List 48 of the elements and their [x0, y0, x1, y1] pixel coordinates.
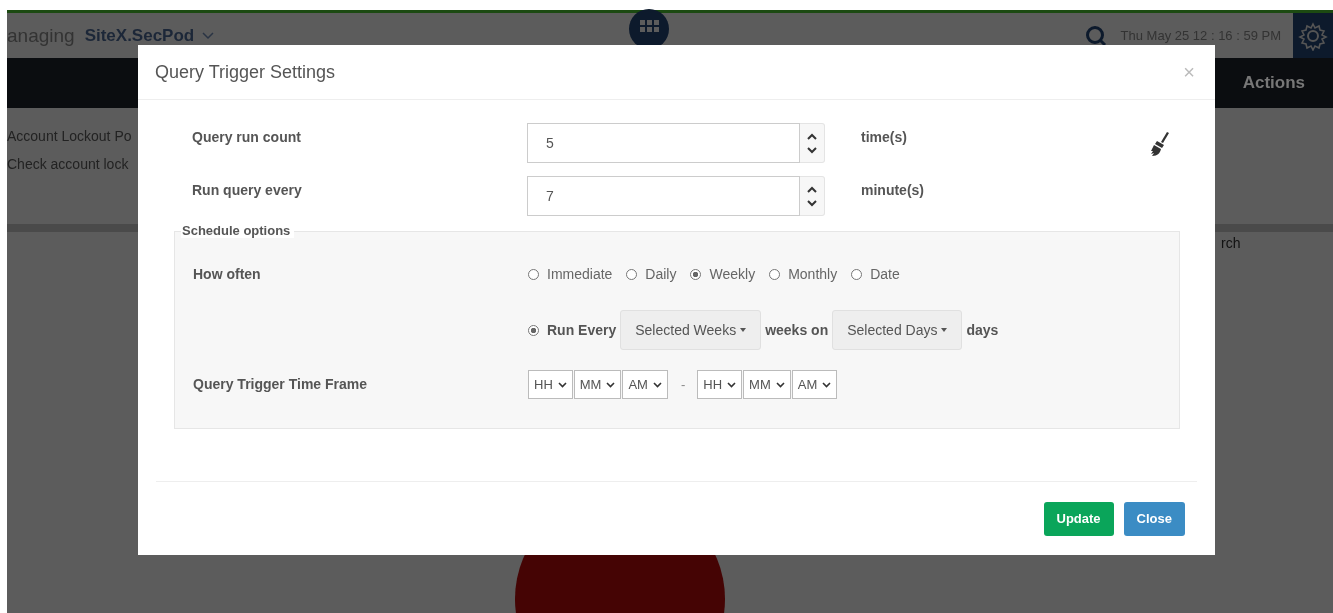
days-dropdown[interactable]: Selected Days: [832, 310, 963, 350]
dialog-title: Query Trigger Settings: [155, 61, 336, 83]
frequency-option[interactable]: Daily: [626, 266, 677, 282]
chevron-down-icon: [606, 381, 616, 388]
chevron-up-icon[interactable]: [807, 132, 817, 140]
chevron-down-icon: [202, 31, 215, 40]
spinner-control[interactable]: [800, 123, 825, 163]
policy-text: Account Lockout Po: [7, 128, 132, 144]
frequency-option[interactable]: Monthly: [769, 266, 838, 282]
number-input[interactable]: 7: [527, 176, 800, 216]
chevron-down-icon: [652, 381, 662, 388]
hour-select[interactable]: HH: [697, 370, 743, 399]
frequency-option[interactable]: Weekly: [690, 266, 756, 282]
settings-icon: [1298, 20, 1328, 51]
broom-icon[interactable]: [1150, 131, 1170, 157]
chevron-down-icon: [822, 381, 832, 388]
hour-select[interactable]: HH: [528, 370, 573, 399]
days-label: days: [966, 322, 999, 338]
field-label: Run query every: [192, 181, 303, 198]
unit-label: minute(s): [861, 181, 924, 198]
section-legend: Schedule options: [181, 223, 295, 238]
search-field[interactable]: rch: [1219, 234, 1333, 252]
chevron-down-icon[interactable]: [807, 199, 817, 207]
minute-select[interactable]: MM: [573, 370, 622, 399]
actions-menu[interactable]: Actions: [1242, 73, 1305, 93]
field-label: How often: [193, 265, 262, 282]
run-every-option[interactable]: Run Every: [528, 322, 617, 338]
frequency-option[interactable]: Date: [851, 266, 900, 282]
ampm-select[interactable]: AM: [791, 370, 838, 399]
chevron-down-icon: [557, 381, 567, 388]
weeks-on-label: weeks on: [765, 322, 829, 338]
search-icon[interactable]: [1084, 24, 1107, 47]
range-separator: -: [680, 377, 686, 392]
close-dialog-button[interactable]: Close: [1123, 501, 1185, 536]
ampm-select[interactable]: AM: [622, 370, 668, 399]
field-label: Query run count: [192, 128, 302, 145]
chevron-down-icon[interactable]: [807, 146, 817, 154]
number-input[interactable]: 5: [527, 123, 800, 163]
minute-select[interactable]: MM: [743, 370, 791, 399]
chevron-down-icon: [775, 381, 785, 388]
policy-text: Check account lock: [7, 156, 129, 172]
unit-label: time(s): [861, 128, 907, 145]
spinner-control[interactable]: [800, 176, 825, 216]
chevron-down-icon: [727, 381, 737, 388]
field-label: Query Trigger Time Frame: [193, 375, 369, 392]
weeks-dropdown[interactable]: Selected Weeks: [620, 310, 762, 350]
frequency-option[interactable]: Immediate: [528, 266, 613, 282]
chevron-up-icon[interactable]: [807, 185, 817, 193]
